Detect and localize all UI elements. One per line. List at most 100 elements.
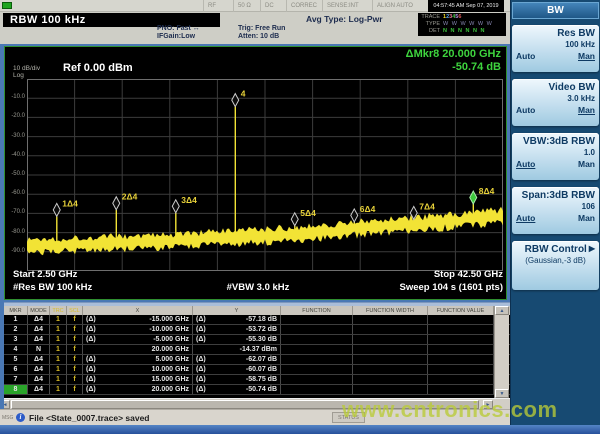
table-cell: 1 [50, 365, 67, 374]
avg-type-label: Avg Type: Log-Pwr [306, 14, 383, 24]
softkey-res-bw[interactable]: Res BW 100 kHz Auto Man [512, 25, 599, 72]
marker-table-row[interactable]: 7 Δ4 1 f (Δ) 15.000 GHz (Δ) -58.75 dB [4, 375, 510, 385]
softkey-title: Video BW [548, 82, 595, 93]
table-cell: (Δ) 10.000 GHz [83, 365, 193, 374]
table-cell: f [67, 355, 83, 364]
softkey-title: Span:3dB RBW [521, 190, 595, 201]
softkey-man-option[interactable]: Man [578, 213, 595, 223]
table-header-cell: FUNCTION [281, 306, 353, 315]
y-axis-tick-label: -30.0 [11, 132, 25, 139]
marker-label: 2Δ4 [122, 192, 138, 202]
delta-marker-readout: ΔMkr8 20.000 GHz -50.74 dB [406, 48, 501, 74]
table-cell: (Δ) -10.000 GHz [83, 325, 193, 334]
marker-table-row[interactable]: 3 Δ4 1 f (Δ) -5.000 GHz (Δ) -55.30 dB [4, 335, 510, 345]
det-row-label: DET [429, 28, 440, 34]
marker-diamond [52, 202, 61, 218]
marker-table-header: MKR MODE TRC SCL X Y FUNCTION FUNCTION WIDTH FUN… [4, 306, 510, 315]
marker-table-row[interactable]: 6 Δ4 1 f (Δ) 10.000 GHz (Δ) -60.07 dB [4, 365, 510, 375]
log-mode-label: Log [13, 72, 24, 79]
table-cell: f [67, 335, 83, 344]
vbw-label: #VBW 3.0 kHz [226, 282, 290, 293]
softkey-rbw-control[interactable]: RBW Control ▶ (Gaussian,-3 dB) [512, 241, 599, 290]
marker-diamond [231, 92, 240, 108]
marker-table-row[interactable]: 2 Δ4 1 f (Δ) -10.000 GHz (Δ) -53.72 dB [4, 325, 510, 335]
trace-number: 6 [458, 14, 462, 20]
spectrum-display: 10 dB/div Log Ref 0.00 dBm ΔMkr8 20.000 … [4, 46, 507, 300]
clock-display: 04:57:45 AM Sep 07, 2019 [428, 0, 504, 12]
power-led-indicator [2, 2, 12, 9]
softkey-auto-option[interactable]: Auto [516, 213, 535, 223]
marker-diamond [171, 198, 180, 214]
softkey-value: 3.0 kHz [567, 94, 595, 103]
table-cell: (Δ) -58.75 dB [193, 375, 281, 384]
watermark: www.cntronics.com [342, 397, 558, 422]
softkey-panel: BW Res BW 100 kHz Auto Man Video BW 3.0 kHz Au… [510, 0, 600, 425]
softkey-span-3db-rbw[interactable]: Span:3dB RBW 106 Auto Man [512, 187, 599, 234]
taskbar-strip [0, 425, 600, 434]
window-left-edge [0, 44, 4, 409]
table-cell: 4 [4, 345, 28, 354]
type-values: W W W W W W [443, 21, 493, 27]
softkey-man-option[interactable]: Man [578, 159, 595, 169]
table-vertical-scrollbar[interactable]: ▲ ▼ [494, 306, 509, 398]
table-cell: (Δ) -5.000 GHz [83, 335, 193, 344]
marker-label: 1Δ4 [62, 198, 78, 208]
ref-level-label: Ref 0.00 dBm [63, 62, 133, 74]
trace-status-block: TRACE 123456 TYPE W W W W W W DET N N N … [418, 13, 506, 36]
softkey-video-bw[interactable]: Video BW 3.0 kHz Auto Man [512, 79, 599, 126]
scroll-up-icon[interactable]: ▲ [495, 306, 509, 315]
marker-label: 4 [241, 89, 246, 99]
status-message: File <State_0007.trace> saved [29, 413, 150, 423]
marker-label: 7Δ4 [419, 201, 435, 211]
table-header-cell: MKR [4, 306, 28, 315]
marker-label: 3Δ4 [181, 195, 197, 205]
softkey-auto-option[interactable]: Auto [516, 105, 535, 115]
topbar-segment: RF [203, 0, 216, 12]
y-axis-tick-label: -70.0 [11, 209, 25, 216]
table-cell [281, 335, 353, 344]
y-axis-tick-label: -50.0 [11, 171, 25, 177]
softkey-man-option[interactable]: Man [578, 51, 595, 61]
trace-row-label: TRACE [421, 14, 440, 20]
softkey-auto-option[interactable]: Auto [516, 159, 535, 169]
res-bw-label: #Res BW 100 kHz [13, 282, 93, 293]
table-cell: f [67, 365, 83, 374]
softkey-auto-option[interactable]: Auto [516, 51, 535, 61]
start-freq-label: Start 2.50 GHz [13, 269, 78, 280]
table-cell: 1 [50, 385, 67, 394]
spectrum-svg: 1Δ4 2Δ4 3Δ4 4 5Δ4 6Δ4 7Δ4 8Δ4 [27, 79, 503, 271]
marker-table-row[interactable]: 8 Δ4 1 f (Δ) 20.000 GHz (Δ) -50.74 dB [4, 385, 510, 395]
table-header-cell: Y [193, 306, 281, 315]
delta-marker-ampl: -50.74 dB [452, 61, 501, 73]
table-cell: (Δ) -55.30 dB [193, 335, 281, 344]
table-cell: 1 [50, 315, 67, 324]
trace-type-row: TYPE W W W W W W [420, 21, 504, 28]
table-cell: Δ4 [28, 355, 50, 364]
y-axis-tick-label: -60.0 [11, 190, 25, 197]
table-cell: f [67, 385, 83, 394]
table-cell: f [67, 315, 83, 324]
y-axis-tick-label: -20.0 [11, 113, 25, 120]
marker-table-row[interactable]: 4 N 1 f 20.000 GHz -14.37 dBm [4, 345, 510, 355]
table-cell [428, 345, 494, 354]
top-status-bar: RF 50 Ω DC CORREC SENSE:INT ALIGN AUTO 04:57:… [0, 0, 510, 12]
topbar-segment: SENSE:INT [322, 0, 359, 12]
topbar-segment: ALIGN AUTO [372, 0, 413, 12]
y-axis-tick-label: -90.0 [11, 247, 25, 254]
table-cell: (Δ) -50.74 dB [193, 385, 281, 394]
marker-table-row[interactable]: 1 Δ4 1 f (Δ) -15.000 GHz (Δ) -57.18 dB [4, 315, 510, 325]
table-cell: -14.37 dBm [193, 345, 281, 354]
softkey-vbw-3db-rbw[interactable]: VBW:3dB RBW 1.0 Auto Man [512, 133, 599, 180]
table-header-cell: FUNCTION VALUE [428, 306, 494, 315]
softkey-man-option[interactable]: Man [578, 105, 595, 115]
table-cell: 1 [50, 325, 67, 334]
table-cell [428, 335, 494, 344]
table-cell: 20.000 GHz [83, 345, 193, 354]
marker-table-row[interactable]: 5 Δ4 1 f (Δ) 5.000 GHz (Δ) -62.07 dB [4, 355, 510, 365]
marker-label: 5Δ4 [300, 208, 316, 218]
table-header-cell: MODE [28, 306, 50, 315]
table-cell [353, 345, 428, 354]
table-header-cell: FUNCTION WIDTH [353, 306, 428, 315]
freq-annotation-row: Start 2.50 GHz Stop 42.50 GHz [13, 269, 503, 280]
table-cell: 1 [4, 315, 28, 324]
